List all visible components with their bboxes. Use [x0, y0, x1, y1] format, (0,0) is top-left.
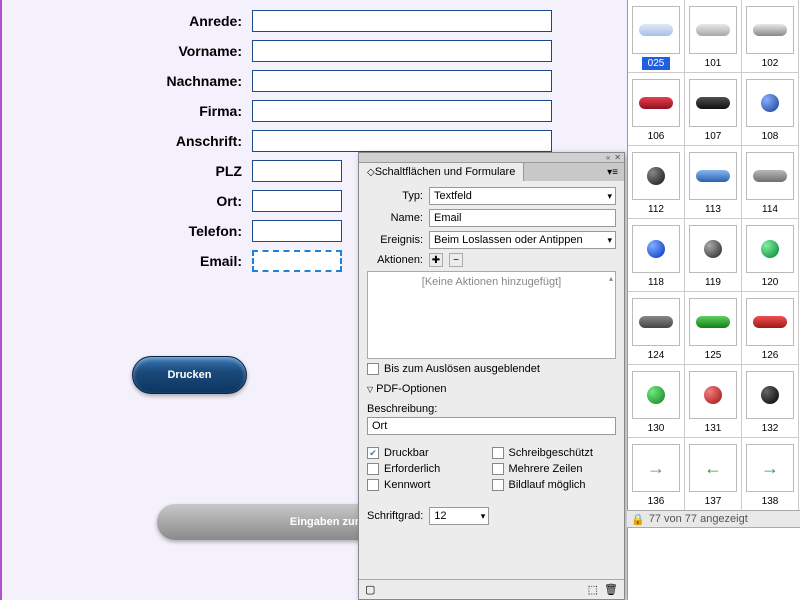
- label-email: Email:: [2, 253, 252, 269]
- library-item-102[interactable]: 102: [742, 0, 799, 73]
- erforderlich-label: Erforderlich: [384, 463, 440, 475]
- hidden-checkbox[interactable]: [367, 363, 379, 375]
- ereignis-select[interactable]: Beim Loslassen oder Antippen: [429, 231, 616, 249]
- label-anrede: Anrede:: [2, 13, 252, 29]
- library-item-138[interactable]: →138: [742, 438, 799, 511]
- library-item-130[interactable]: 130: [628, 365, 685, 438]
- library-item-120[interactable]: 120: [742, 219, 799, 292]
- kennwort-label: Kennwort: [384, 479, 430, 491]
- print-button[interactable]: Drucken: [132, 356, 247, 394]
- input-ort[interactable]: [252, 190, 342, 212]
- label-nachname: Nachname:: [2, 73, 252, 89]
- trash-icon[interactable]: 🗑: [604, 583, 618, 596]
- library-item-136[interactable]: →136: [628, 438, 685, 511]
- library-item-124[interactable]: 124: [628, 292, 685, 365]
- library-status: 🔒77 von 77 angezeigt: [627, 510, 800, 528]
- name-input[interactable]: Email: [429, 209, 616, 227]
- ereignis-label: Ereignis:: [367, 234, 429, 246]
- remove-action-icon[interactable]: −: [449, 253, 463, 267]
- library-item-107[interactable]: 107: [685, 73, 742, 146]
- library-item-137[interactable]: ←137: [685, 438, 742, 511]
- no-actions-text: [Keine Aktionen hinzugefügt]: [422, 276, 561, 288]
- label-vorname: Vorname:: [2, 43, 252, 59]
- library-item-025[interactable]: 025: [628, 0, 685, 73]
- druckbar-checkbox[interactable]: ✔: [367, 447, 379, 459]
- library-item-113[interactable]: 113: [685, 146, 742, 219]
- mehrere-checkbox[interactable]: [492, 463, 504, 475]
- library-item-106[interactable]: 106: [628, 73, 685, 146]
- beschreibung-input[interactable]: Ort: [367, 417, 616, 435]
- library-item-131[interactable]: 131: [685, 365, 742, 438]
- schriftgrad-select[interactable]: 12: [429, 507, 489, 525]
- library-item-108[interactable]: 108: [742, 73, 799, 146]
- input-plz[interactable]: [252, 160, 342, 182]
- preview-icon[interactable]: ▢: [365, 583, 375, 596]
- aktionen-label: Aktionen:: [367, 254, 429, 266]
- name-label: Name:: [367, 212, 429, 224]
- input-email[interactable]: [252, 250, 342, 272]
- actions-list[interactable]: [Keine Aktionen hinzugefügt] ▴: [367, 271, 616, 359]
- library-item-126[interactable]: 126: [742, 292, 799, 365]
- close-icon[interactable]: ✕: [614, 153, 621, 162]
- label-ort: Ort:: [2, 193, 252, 209]
- panel-menu-icon[interactable]: ▾≡: [601, 167, 624, 178]
- label-firma: Firma:: [2, 103, 252, 119]
- schreibg-checkbox[interactable]: [492, 447, 504, 459]
- scroll-up-icon[interactable]: ▴: [609, 274, 613, 283]
- panel-title: Schaltflächen und Formulare: [375, 166, 516, 178]
- panel-controls: « ✕: [359, 153, 624, 163]
- buttons-forms-panel: « ✕ ◇ Schaltflächen und Formulare ▾≡ Typ…: [358, 152, 625, 600]
- convert-icon[interactable]: ⬚: [588, 583, 598, 596]
- library-item-125[interactable]: 125: [685, 292, 742, 365]
- lock-icon: 🔒: [631, 513, 645, 526]
- library-item-112[interactable]: 112: [628, 146, 685, 219]
- bildlauf-label: Bildlauf möglich: [509, 479, 586, 491]
- typ-label: Typ:: [367, 190, 429, 202]
- schriftgrad-label: Schriftgrad:: [367, 510, 423, 522]
- input-firma[interactable]: [252, 100, 552, 122]
- input-nachname[interactable]: [252, 70, 552, 92]
- hidden-label: Bis zum Auslösen ausgeblendet: [384, 363, 540, 375]
- mehrere-label: Mehrere Zeilen: [509, 463, 583, 475]
- add-action-icon[interactable]: ✚: [429, 253, 443, 267]
- panel-tab[interactable]: ◇ Schaltflächen und Formulare: [359, 163, 524, 181]
- library-item-114[interactable]: 114: [742, 146, 799, 219]
- input-anschrift[interactable]: [252, 130, 552, 152]
- beschreibung-label: Beschreibung:: [367, 403, 437, 415]
- disclosure-icon[interactable]: ▽: [367, 385, 373, 394]
- label-anschrift: Anschrift:: [2, 133, 252, 149]
- input-telefon[interactable]: [252, 220, 342, 242]
- input-vorname[interactable]: [252, 40, 552, 62]
- library-item-118[interactable]: 118: [628, 219, 685, 292]
- schreibg-label: Schreibgeschützt: [509, 447, 593, 459]
- label-telefon: Telefon:: [2, 223, 252, 239]
- typ-select[interactable]: Textfeld: [429, 187, 616, 205]
- bildlauf-checkbox[interactable]: [492, 479, 504, 491]
- button-library: 0251011021061071081121131141181191201241…: [627, 0, 800, 600]
- library-item-119[interactable]: 119: [685, 219, 742, 292]
- pdf-options-label: PDF-Optionen: [376, 383, 446, 395]
- print-label: Drucken: [167, 369, 211, 381]
- erforderlich-checkbox[interactable]: [367, 463, 379, 475]
- label-plz: PLZ: [2, 163, 252, 179]
- druckbar-label: Druckbar: [384, 447, 429, 459]
- library-item-132[interactable]: 132: [742, 365, 799, 438]
- input-anrede[interactable]: [252, 10, 552, 32]
- collapse-icon[interactable]: «: [606, 153, 610, 162]
- kennwort-checkbox[interactable]: [367, 479, 379, 491]
- library-item-101[interactable]: 101: [685, 0, 742, 73]
